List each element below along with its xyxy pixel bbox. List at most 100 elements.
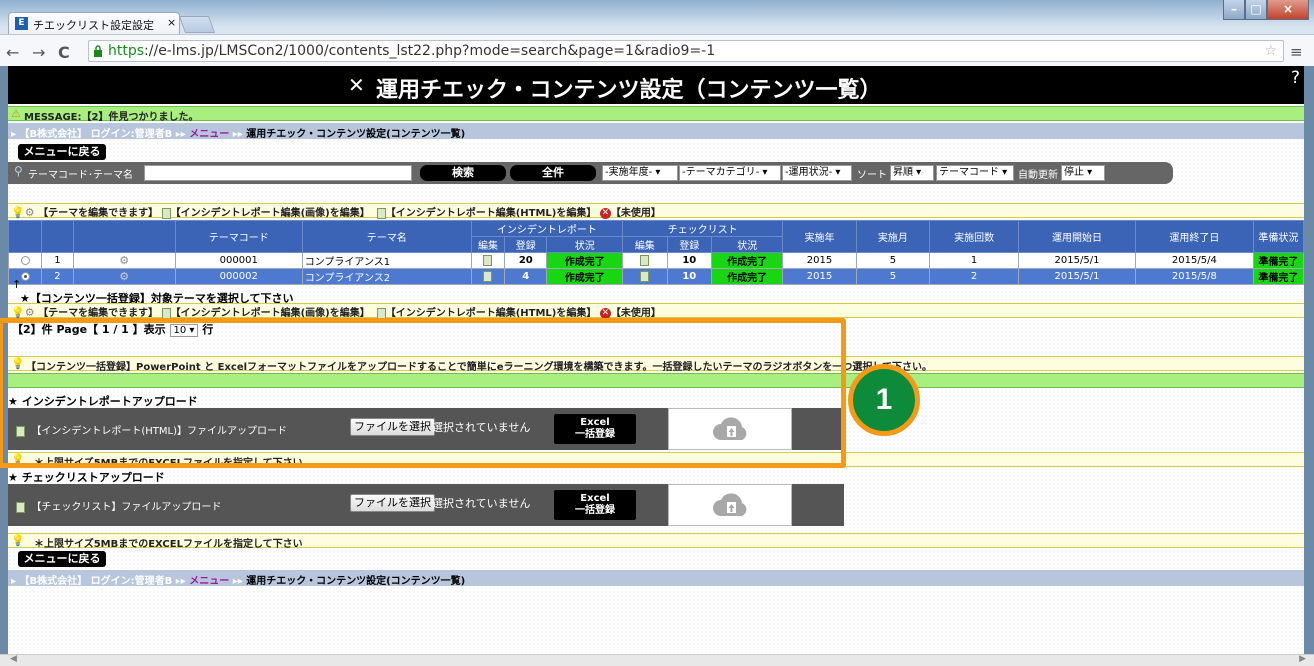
help-icon[interactable]: ? [1291,68,1300,88]
row-name: コンプライアンス2 [301,268,472,285]
message-text: MESSAGE:【2】件見つかりました。 [24,112,199,123]
gear-icon[interactable]: ⚙ [119,254,129,267]
row-radio[interactable] [20,255,30,265]
breadcrumb-menu-link[interactable]: メニュー [189,576,229,587]
row-start: 2015/5/1 [1018,252,1136,269]
row-ir-status: 作成完了 [546,252,624,269]
row-times: 2 [929,268,1020,285]
breadcrumb-login: ログイン:管理者B [90,576,173,587]
legend-bar-2: 💡⚙ 【テーマを編集できます】 【インシデントレポート編集(画像)を編集】 【イ… [8,303,1304,319]
auto-update-select[interactable]: 停止 ▾ [1061,165,1105,181]
sortkey-select[interactable]: テーマコード ▾ [936,165,1014,181]
edit-doc-icon[interactable] [640,254,650,266]
size-note-bar-2: 💡 ＊上限サイズ5MBまでのEXCELファイルを指定して下さい [8,533,1304,550]
row-name: コンプライアンス1 [301,252,472,269]
reload-icon[interactable]: C [58,43,70,62]
new-tab-button[interactable] [178,16,216,33]
edit-doc-icon[interactable] [483,254,493,266]
search-button[interactable]: 検索 [420,165,506,181]
order-select[interactable]: 昇順 ▾ [890,165,934,181]
bookmark-star-icon[interactable]: ☆ [1264,41,1277,61]
tools-icon: ✕ [348,73,365,97]
breadcrumb-login: ログイン:管理者B [90,129,173,140]
col-start-date: 運用開始日 [1018,220,1136,253]
checklist-upload-label: 【チェックリスト】ファイルアップロード [31,502,222,513]
legend-editable: 【テーマを編集できます】 [38,208,159,219]
back-to-menu-button[interactable]: メニューに戻る [18,144,106,160]
minimize-button[interactable]: – [1223,0,1245,20]
breadcrumb-current: 運用チエック・コンテンツ設定(コンテンツ一覧) [246,129,466,140]
col-theme-name: テーマ名 [301,220,472,253]
row-year: 2015 [782,268,857,285]
maximize-button[interactable]: □ [1245,0,1267,20]
status-select[interactable]: -運用状況- ▾ [782,165,852,181]
row-ir-count: 20 [504,252,548,269]
col-theme-code: テーマコード [174,220,303,253]
breadcrumb-menu-link[interactable]: メニュー [189,129,229,140]
checklist-upload-title: ★ チェックリストアップロード [8,471,165,484]
row-prep: 準備完了 [1252,268,1304,285]
col-checklist: チェックリスト [622,220,784,237]
breadcrumb-company: 【B株式会社】 [19,576,88,587]
unused-icon: ✕ [599,307,611,319]
excel-bulk-button[interactable]: Excel 一括登録 [554,490,636,520]
col-times: 実施回数 [929,220,1020,253]
browser-navbar: ← → C https://e-lms.jp/LMSCon2/1000/cont… [0,34,1314,66]
edit-doc-icon[interactable] [483,270,493,282]
col-ir-status: 状況 [546,236,624,253]
row-prep: 準備完了 [1252,252,1304,269]
browser-tab[interactable]: E チエックリスト設定設定 × [8,12,180,34]
row-ir-status: 作成完了 [546,268,624,285]
scroll-left-icon[interactable]: ◀ [10,654,17,664]
address-bar[interactable]: https://e-lms.jp/LMSCon2/1000/contents_l… [88,40,1284,62]
step-badge: 1 [848,364,920,436]
category-select[interactable]: -テーマカテゴリ- ▾ [679,165,781,181]
forward-arrow-icon[interactable]: → [32,43,45,62]
search-input[interactable] [144,165,412,181]
row-cl-status: 作成完了 [711,268,784,285]
col-end-date: 運用終了日 [1134,220,1254,253]
table-row[interactable]: 1 ⚙ 000001 コンプライアンス1 20 作成完了 10 作成完了 201… [8,252,1304,269]
all-button[interactable]: 全件 [510,165,596,181]
row-code: 000002 [174,268,303,285]
gear-icon: ⚙ [24,206,35,219]
highlight-frame [0,318,846,468]
col-year: 実施年 [782,220,857,253]
row-end: 2015/5/8 [1134,268,1254,285]
upload-drop-zone[interactable] [668,484,792,526]
row-no: 2 [41,268,74,285]
tab-close-icon[interactable]: × [167,16,176,29]
title-bar: ✕ 運用チエック・コンテンツ設定（コンテンツ一覧） ? [8,66,1304,104]
breadcrumb-company: 【B株式会社】 [19,129,88,140]
table-row[interactable]: 2 ⚙ 000002 コンプライアンス2 4 作成完了 10 作成完了 2015… [8,268,1304,285]
row-radio-selected[interactable] [20,271,30,281]
warning-icon: ⚠ [11,107,21,120]
image-doc-icon [161,307,171,319]
legend-incident-html: 【インシデントレポート編集(HTML)を編集】 [385,208,597,219]
gear-icon[interactable]: ⚙ [119,270,129,283]
back-to-menu-button[interactable]: メニューに戻る [18,551,106,567]
horizontal-scrollbar[interactable]: ◀ ▶ [0,654,1314,666]
choose-file-button[interactable]: ファイルを選択 [350,494,435,512]
row-no: 1 [41,252,74,269]
back-arrow-icon[interactable]: ← [6,43,19,62]
year-select[interactable]: -実施年度- ▾ [602,165,678,181]
legend-bar: 💡⚙ 【テーマを編集できます】 【インシデントレポート編集(画像)を編集】 【イ… [8,203,1304,219]
html-doc-icon [376,307,386,319]
scroll-right-icon[interactable]: ▶ [1299,654,1306,664]
close-window-button[interactable]: × [1267,0,1309,20]
breadcrumb-current: 運用チエック・コンテンツ設定(コンテンツ一覧) [246,576,466,587]
search-icon: ⚲ [14,164,23,178]
sortkey-select-value: テーマコード [939,167,999,178]
edit-doc-icon[interactable] [640,270,650,282]
row-year: 2015 [782,252,857,269]
row-cl-count: 10 [666,268,713,285]
page-title: 運用チエック・コンテンツ設定（コンテンツ一覧） [376,78,882,103]
col-month: 実施月 [855,220,931,253]
browser-menu-icon[interactable]: ≡ [1290,43,1303,61]
lock-icon [94,45,102,57]
order-select-value: 昇順 [893,167,913,178]
col-incident-report: インシデントレポート [470,220,624,237]
cloud-upload-icon [713,493,747,516]
col-prep: 準備状況 [1252,220,1304,253]
